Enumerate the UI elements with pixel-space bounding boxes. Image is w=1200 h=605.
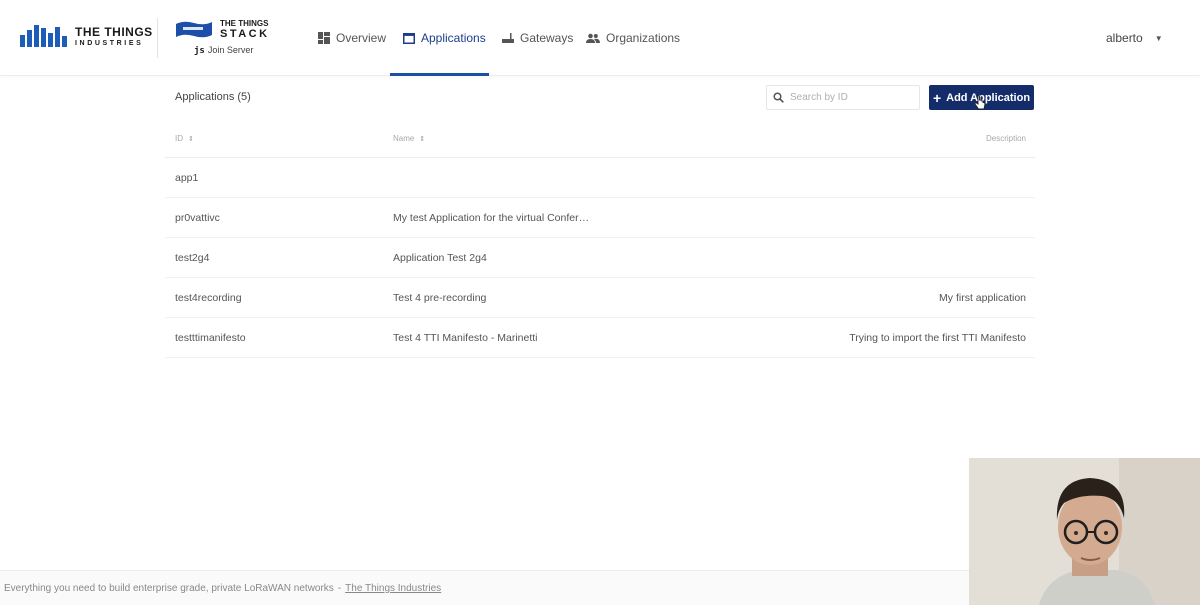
footer-tagline: Everything you need to build enterprise … — [4, 583, 334, 594]
js-icon: js — [194, 46, 205, 56]
nav-organizations-label: Organizations — [606, 31, 681, 45]
footer-link[interactable]: The Things Industries — [345, 583, 441, 594]
sort-icon: ⇕ — [419, 136, 426, 143]
app-id: test4recording — [175, 292, 242, 304]
app-id: app1 — [175, 172, 199, 184]
nav-overview-label: Overview — [336, 31, 387, 45]
app-description: Trying to import the first TTI Manifesto — [849, 332, 1026, 344]
table-row[interactable]: app1 — [165, 158, 1035, 198]
table-row[interactable]: pr0vattivc My test Application for the v… — [165, 198, 1035, 238]
applications-table: ID ⇕ Name ⇕ Description app1 pr0vattivc My… — [165, 118, 1035, 358]
nav-applications-label: Applications — [421, 31, 486, 45]
column-header-description: Description — [985, 134, 1026, 143]
page-title: Applications (5) — [175, 91, 251, 103]
table-row[interactable]: test2g4 Application Test 2g4 — [165, 238, 1035, 278]
add-application-label: Add Application — [946, 91, 1031, 104]
nav-gateways[interactable]: Gateways — [502, 0, 573, 76]
app-description: My first application — [939, 292, 1026, 304]
column-header-name[interactable]: Name ⇕ — [393, 134, 425, 143]
nav-overview[interactable]: Overview — [318, 0, 386, 76]
footer-separator: - — [337, 583, 342, 594]
presenter-image — [969, 458, 1200, 605]
active-tab-indicator — [390, 73, 489, 76]
app-id: pr0vattivc — [175, 212, 220, 224]
user-name: alberto — [1106, 31, 1143, 45]
search-box[interactable] — [766, 85, 920, 110]
sort-icon: ⇕ — [188, 136, 194, 143]
tti-logo-line2: INDUSTRIES — [75, 39, 144, 47]
tti-logo[interactable]: THE THINGS INDUSTRIES — [20, 25, 153, 47]
app-name: Application Test 2g4 — [393, 252, 487, 264]
top-header: THE THINGS INDUSTRIES THE THINGS STACK j… — [0, 0, 1200, 76]
table-header: ID ⇕ Name ⇕ Description — [165, 118, 1035, 158]
organizations-icon — [586, 33, 600, 43]
gateway-icon — [502, 33, 514, 43]
table-row[interactable]: test4recording Test 4 pre-recording My f… — [165, 278, 1035, 318]
tti-logo-mark — [20, 25, 67, 47]
stack-logo-line2: STACK — [220, 28, 270, 40]
webcam-overlay — [969, 458, 1200, 605]
app-id: test2g4 — [175, 252, 210, 264]
stack-logo-line1: THE THINGS — [220, 19, 269, 28]
app-name: My test Application for the virtual Conf… — [393, 212, 590, 224]
mouse-pointer-icon — [974, 95, 986, 110]
application-icon — [403, 32, 415, 44]
search-input[interactable] — [790, 92, 910, 103]
nav-applications[interactable]: Applications — [403, 0, 486, 76]
overview-icon — [318, 32, 330, 44]
plus-icon: + — [932, 89, 942, 106]
app-id: testttimanifesto — [175, 332, 246, 344]
logo-divider — [157, 18, 158, 58]
nav-organizations[interactable]: Organizations — [586, 0, 680, 76]
join-server-label: js Join Server — [194, 45, 254, 56]
search-icon — [773, 92, 784, 103]
app-name: Test 4 pre-recording — [393, 292, 487, 304]
column-header-id[interactable]: ID ⇕ — [175, 134, 194, 143]
tti-logo-line1: THE THINGS — [75, 24, 153, 39]
table-row[interactable]: testttimanifesto Test 4 TTI Manifesto - … — [165, 318, 1035, 358]
stack-mark-icon — [176, 21, 212, 38]
user-menu[interactable]: alberto ▼ — [1106, 0, 1163, 76]
app-name: Test 4 TTI Manifesto - Marinetti — [393, 332, 538, 344]
chevron-down-icon: ▼ — [1154, 33, 1163, 43]
nav-gateways-label: Gateways — [520, 31, 574, 45]
